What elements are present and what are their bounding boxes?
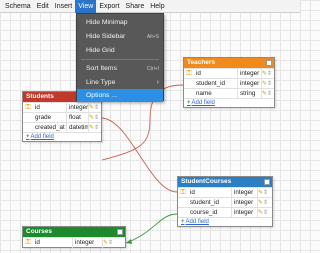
menu-item-label: Hide Grid (86, 47, 115, 54)
add-field-label: Add field (191, 100, 215, 106)
field-name: course_id (188, 207, 232, 218)
menu-item-sort-items[interactable]: Sort Items Ctrl+I (77, 62, 163, 75)
delete-icon[interactable]: ⇕ (263, 209, 268, 216)
table-title: StudentCourses (181, 178, 232, 185)
table-teachers[interactable]: Teachers ⚿ id integer ✎ ⇕ student_id int… (183, 57, 275, 108)
menu-item-label: Hide Minimap (86, 19, 128, 26)
menu-item-hide-minimap[interactable]: Hide Minimap (77, 16, 163, 29)
add-field-link[interactable]: +Add field (184, 98, 274, 107)
table-row[interactable]: ⚿ id integer ✎ ⇕ (23, 102, 101, 113)
menu-item-line-type[interactable]: Line Type › (77, 76, 163, 89)
table-row[interactable]: name string ✎ ⇕ (184, 88, 274, 99)
field-name: id (188, 187, 232, 198)
field-type: integer (238, 78, 262, 89)
delete-icon[interactable]: ⇕ (267, 70, 272, 77)
table-courses[interactable]: Courses ⚿ id integer ✎ ⇕ (22, 226, 126, 248)
relation-line-studentcourses-courses (125, 213, 178, 244)
table-edit-icon[interactable] (266, 60, 272, 66)
field-name: grade (33, 112, 67, 123)
field-name: student_id (188, 197, 232, 208)
arrow-head (126, 239, 132, 244)
menu-item-label: Options ... (86, 92, 117, 99)
table-row[interactable]: course_id integer ✎ ⇕ (178, 207, 272, 218)
plus-icon: + (26, 134, 30, 140)
field-type: integer (232, 187, 258, 198)
table-edit-icon[interactable] (117, 229, 123, 235)
key-icon: ⚿ (180, 188, 186, 196)
field-name: created_at (33, 122, 67, 133)
menu-item-label: Line Type (86, 79, 116, 86)
add-field-label: Add field (30, 134, 54, 140)
table-header[interactable]: StudentCourses (178, 177, 272, 187)
field-type: float (67, 112, 89, 123)
table-header[interactable]: Teachers (184, 58, 274, 68)
delete-icon[interactable]: ⇕ (267, 90, 272, 97)
table-row[interactable]: student_id integer ✎ ⇕ (184, 78, 274, 89)
field-type: integer (238, 68, 262, 79)
relation-line-studentcourses-students (101, 117, 178, 193)
field-type: datetime (67, 122, 89, 133)
menu-item-label: Hide Sidebar (86, 33, 126, 40)
menu-item-hide-sidebar[interactable]: Hide Sidebar Alt+S (77, 30, 163, 43)
table-row[interactable]: ⚿ id integer ✎ ⇕ (178, 187, 272, 198)
table-title: Courses (26, 228, 53, 235)
plus-icon: + (181, 219, 185, 225)
field-type: string (238, 88, 262, 99)
key-icon: ⚿ (25, 103, 31, 111)
menu-item-shortcut: Alt+S (146, 33, 159, 40)
delete-icon[interactable]: ⇕ (94, 104, 99, 111)
table-title: Teachers (187, 59, 216, 66)
delete-icon[interactable]: ⇕ (108, 239, 113, 246)
add-field-label: Add field (185, 219, 209, 225)
key-icon: ⚿ (186, 69, 192, 77)
menu-item-options[interactable]: Options ... (77, 89, 163, 102)
field-type: integer (232, 197, 258, 208)
table-row[interactable]: grade float ✎ ⇕ (23, 112, 101, 123)
field-type: integer (69, 102, 89, 113)
add-field-link[interactable]: +Add field (23, 132, 101, 141)
menu-item-hide-grid[interactable]: Hide Grid (77, 44, 163, 57)
table-row[interactable]: ⚿ id integer ✎ ⇕ (23, 237, 125, 248)
field-name: student_id (194, 78, 238, 89)
field-name: name (194, 88, 238, 99)
menu-item-shortcut: Ctrl+I (146, 65, 159, 72)
menu-item-label: Sort Items (86, 65, 117, 72)
table-title: Students (26, 93, 54, 100)
key-icon: ⚿ (25, 238, 31, 246)
field-name: id (33, 237, 73, 248)
plus-icon: + (187, 100, 191, 106)
field-type: integer (73, 237, 103, 248)
menu-separator (81, 59, 159, 60)
table-row[interactable]: student_id integer ✎ ⇕ (178, 197, 272, 208)
field-type: integer (232, 207, 258, 218)
add-field-link[interactable]: +Add field (178, 217, 272, 226)
submenu-arrow-icon: › (156, 79, 159, 86)
field-name: id (194, 68, 238, 79)
table-row[interactable]: created_at datetime ✎ ⇕ (23, 122, 101, 133)
table-edit-icon[interactable] (264, 179, 270, 185)
table-row[interactable]: ⚿ id integer ✎ ⇕ (184, 68, 274, 79)
delete-icon[interactable]: ⇕ (94, 124, 99, 131)
table-studentcourses[interactable]: StudentCourses ⚿ id integer ✎ ⇕ student_… (177, 176, 273, 227)
delete-icon[interactable]: ⇕ (263, 189, 268, 196)
delete-icon[interactable]: ⇕ (263, 199, 268, 206)
view-dropdown-menu: Hide Minimap Hide Sidebar Alt+S Hide Gri… (76, 13, 164, 102)
delete-icon[interactable]: ⇕ (94, 114, 99, 121)
field-name: id (33, 102, 67, 113)
delete-icon[interactable]: ⇕ (267, 80, 272, 87)
table-header[interactable]: Courses (23, 227, 125, 237)
